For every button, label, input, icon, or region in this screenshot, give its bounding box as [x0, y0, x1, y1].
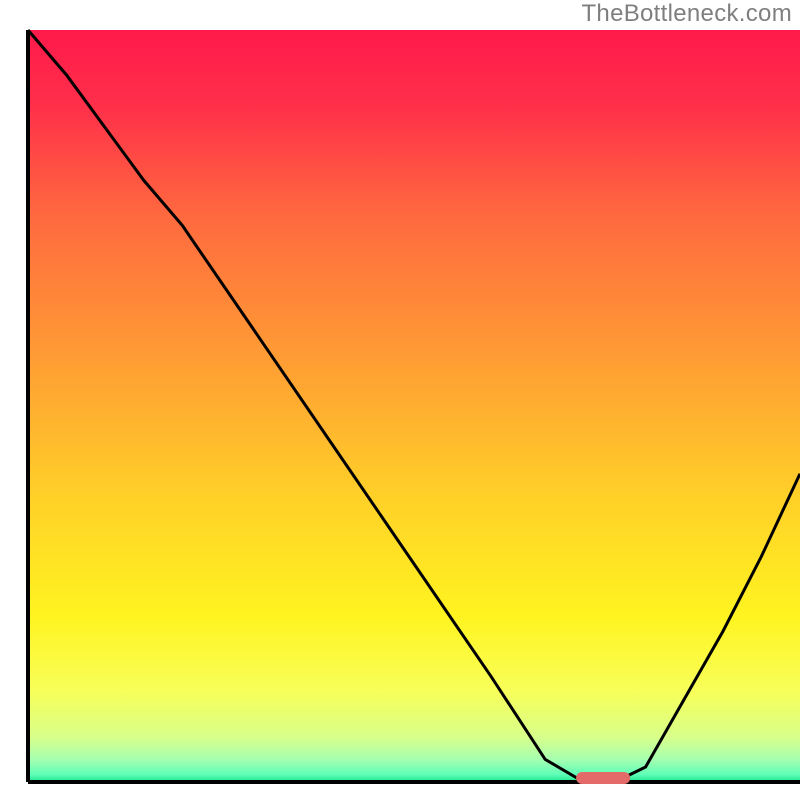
plot-area	[28, 30, 800, 782]
baseline-marker	[576, 772, 630, 784]
watermark-text: TheBottleneck.com	[581, 0, 792, 28]
chart-svg	[0, 0, 800, 800]
